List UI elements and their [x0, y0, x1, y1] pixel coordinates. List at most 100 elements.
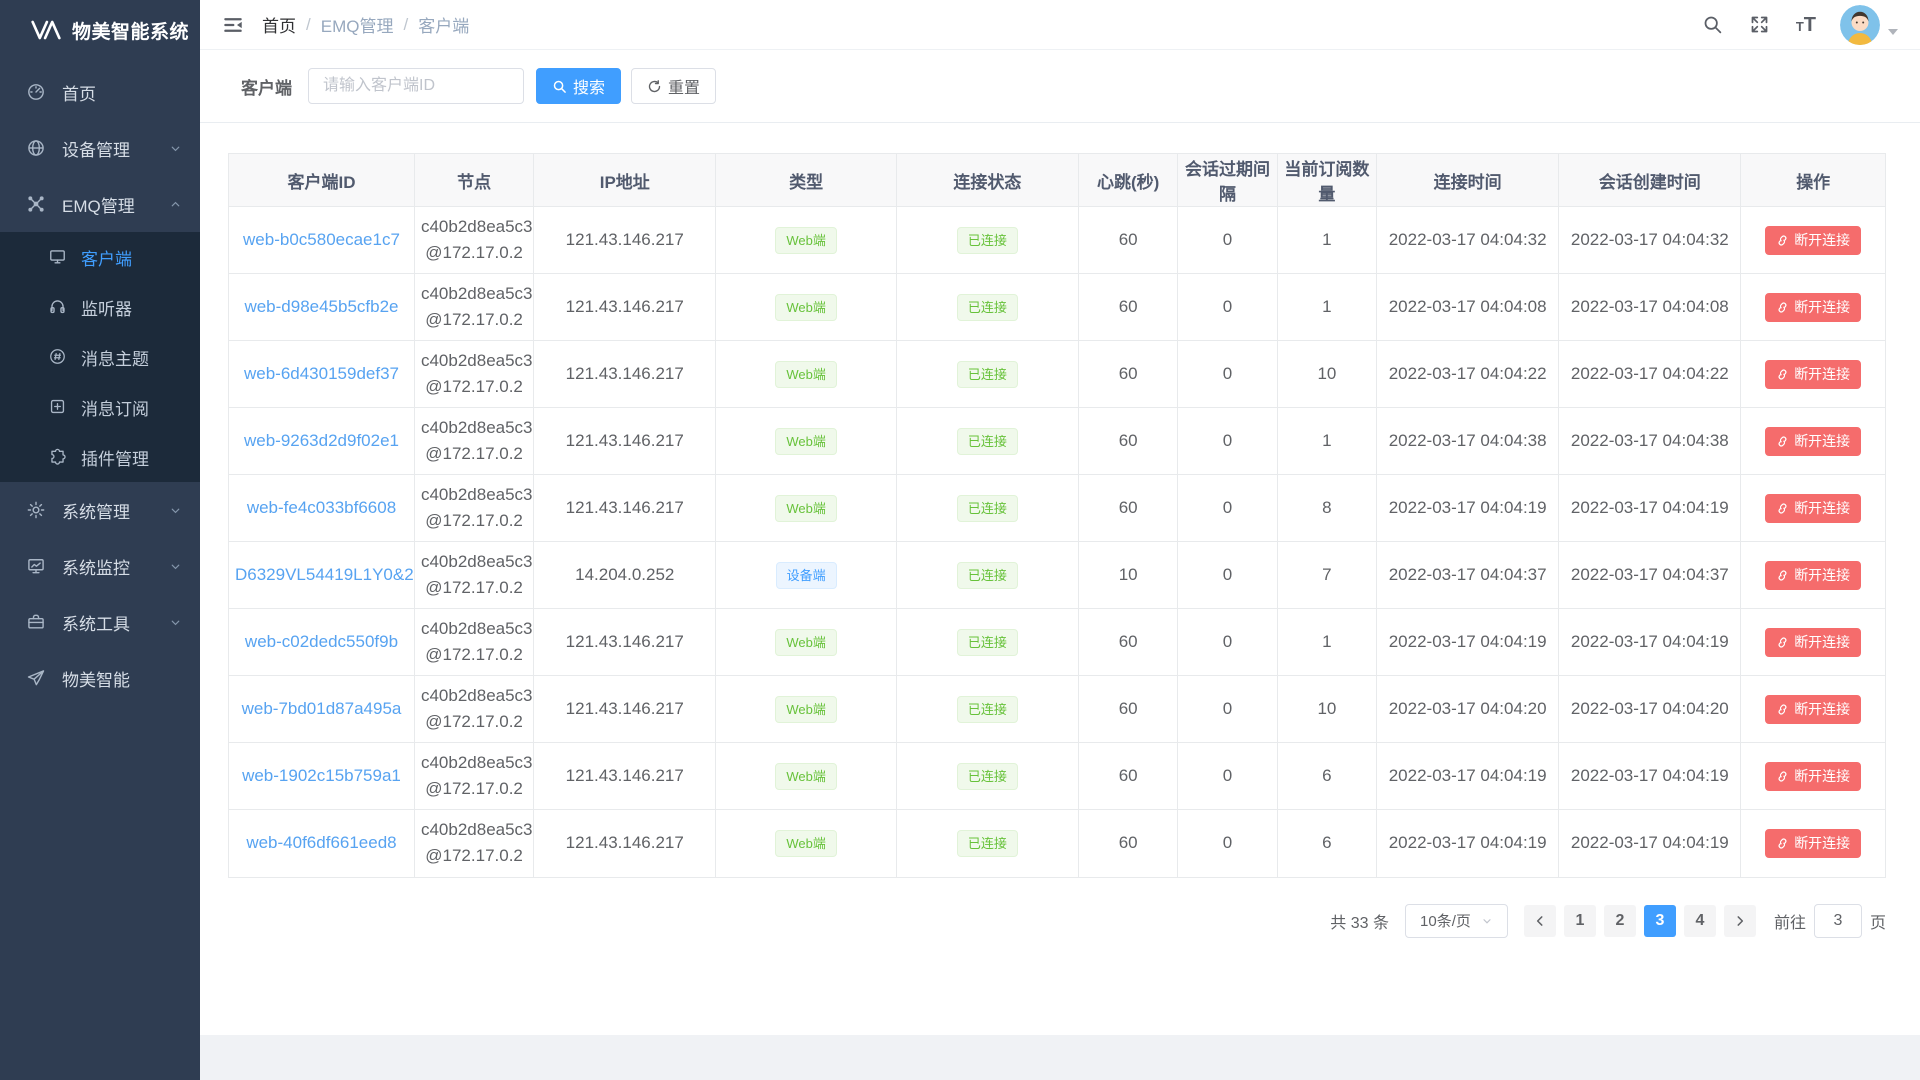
sidebar-item-topics[interactable]: 消息主题 — [0, 332, 200, 382]
breadcrumb-home[interactable]: 首页 — [262, 12, 296, 37]
node-cell: c40b2d8ea5c3 @172.17.0.2 — [414, 475, 533, 542]
col-session-expiry: 会话过期间隔 — [1178, 154, 1277, 207]
type-cell: Web端 — [716, 810, 897, 877]
client-id-link[interactable]: D6329VL54419L1Y0&2 — [229, 542, 414, 609]
ip-cell: 121.43.146.217 — [534, 810, 716, 877]
client-id-link[interactable]: web-c02dedc550f9b — [229, 609, 414, 676]
sidebar-item-emq[interactable]: EMQ管理 — [0, 176, 200, 232]
page-number-button[interactable]: 3 — [1644, 905, 1676, 937]
subscriptions-cell: 6 — [1277, 743, 1376, 810]
page-number-button[interactable]: 1 — [1564, 905, 1596, 937]
client-id-link[interactable]: web-9263d2d9f02e1 — [229, 408, 414, 475]
disconnect-button[interactable]: 断开连接 — [1765, 360, 1861, 389]
status-cell: 已连接 — [896, 274, 1078, 341]
search-icon[interactable] — [1702, 14, 1723, 35]
gear-icon — [26, 500, 46, 520]
sidebar-item-home[interactable]: 首页 — [0, 64, 200, 120]
font-size-icon[interactable]: TT — [1796, 15, 1816, 35]
breadcrumb-emq[interactable]: EMQ管理 — [321, 12, 394, 37]
status-badge: 已连接 — [957, 294, 1018, 321]
actions-cell: 断开连接 — [1741, 207, 1885, 274]
page-number-button[interactable]: 2 — [1604, 905, 1636, 937]
heartbeat-cell: 60 — [1079, 743, 1178, 810]
page-size-select[interactable]: 10条/页 — [1405, 904, 1508, 938]
disconnect-button[interactable]: 断开连接 — [1765, 695, 1861, 724]
sidebar-collapse-icon[interactable] — [222, 14, 244, 36]
client-id-link[interactable]: web-b0c580ecae1c7 — [229, 207, 414, 274]
disconnect-button[interactable]: 断开连接 — [1765, 628, 1861, 657]
type-cell: Web端 — [716, 207, 897, 274]
disconnect-button[interactable]: 断开连接 — [1765, 494, 1861, 523]
disconnect-button[interactable]: 断开连接 — [1765, 293, 1861, 322]
subscriptions-cell: 1 — [1277, 609, 1376, 676]
ip-cell: 121.43.146.217 — [534, 676, 716, 743]
headphones-icon — [48, 297, 68, 317]
client-id-link[interactable]: web-fe4c033bf6608 — [229, 475, 414, 542]
page-number-button[interactable]: 4 — [1684, 905, 1716, 937]
col-actions: 操作 — [1741, 154, 1885, 207]
session-created-cell: 2022-03-17 04:04:20 — [1559, 676, 1741, 743]
sidebar-item-listeners[interactable]: 监听器 — [0, 282, 200, 332]
sidebar-item-system-tools[interactable]: 系统工具 — [0, 594, 200, 650]
heartbeat-cell: 10 — [1079, 542, 1178, 609]
actions-cell: 断开连接 — [1741, 341, 1885, 408]
disconnect-button[interactable]: 断开连接 — [1765, 226, 1861, 255]
next-page-button[interactable] — [1724, 905, 1756, 937]
ip-cell: 121.43.146.217 — [534, 341, 716, 408]
col-conn-status: 连接状态 — [896, 154, 1078, 207]
session-created-cell: 2022-03-17 04:04:19 — [1559, 810, 1741, 877]
disconnect-button[interactable]: 断开连接 — [1765, 829, 1861, 858]
goto-label: 前往 — [1774, 909, 1806, 933]
dashboard-icon — [26, 82, 46, 102]
disconnect-button[interactable]: 断开连接 — [1765, 561, 1861, 590]
subscriptions-cell: 1 — [1277, 274, 1376, 341]
connected-at-cell: 2022-03-17 04:04:19 — [1377, 609, 1559, 676]
app-logo[interactable]: 物美智能系统 — [0, 0, 200, 60]
type-tag: Web端 — [775, 227, 837, 254]
sidebar-item-clients[interactable]: 客户端 — [0, 232, 200, 282]
client-id-link[interactable]: web-1902c15b759a1 — [229, 743, 414, 810]
heartbeat-cell: 60 — [1079, 207, 1178, 274]
node-cell: c40b2d8ea5c3 @172.17.0.2 — [414, 274, 533, 341]
avatar-menu-caret-icon[interactable] — [1888, 29, 1898, 35]
session-expiry-cell: 0 — [1178, 743, 1277, 810]
paper-plane-icon — [26, 668, 46, 688]
prev-page-button[interactable] — [1524, 905, 1556, 937]
sidebar-item-subscriptions[interactable]: 消息订阅 — [0, 382, 200, 432]
page-content: 客户端ID 节点 IP地址 类型 连接状态 心跳(秒) 会话过期间隔 当前订阅数… — [200, 123, 1920, 1035]
sidebar-item-plugins[interactable]: 插件管理 — [0, 432, 200, 482]
type-tag: 设备端 — [776, 562, 837, 589]
session-created-cell: 2022-03-17 04:04:19 — [1559, 743, 1741, 810]
disconnect-button[interactable]: 断开连接 — [1765, 427, 1861, 456]
search-button[interactable]: 搜索 — [536, 68, 621, 104]
connected-at-cell: 2022-03-17 04:04:32 — [1377, 207, 1559, 274]
goto-page-input[interactable] — [1814, 904, 1862, 938]
session-expiry-cell: 0 — [1178, 676, 1277, 743]
sidebar-item-label: EMQ管理 — [62, 192, 135, 217]
client-id-link[interactable]: web-7bd01d87a495a — [229, 676, 414, 743]
table-row: web-40f6df661eed8 c40b2d8ea5c3 @172.17.0… — [229, 810, 1885, 877]
sidebar-item-devices[interactable]: 设备管理 — [0, 120, 200, 176]
node-cell: c40b2d8ea5c3 @172.17.0.2 — [414, 743, 533, 810]
node-cell: c40b2d8ea5c3 @172.17.0.2 — [414, 676, 533, 743]
reset-button[interactable]: 重置 — [631, 68, 716, 104]
sidebar-item-label: 消息订阅 — [81, 395, 149, 420]
client-id-link[interactable]: web-d98e45b5cfb2e — [229, 274, 414, 341]
client-id-link[interactable]: web-6d430159def37 — [229, 341, 414, 408]
session-created-cell: 2022-03-17 04:04:22 — [1559, 341, 1741, 408]
globe-icon — [26, 138, 46, 158]
sidebar-item-system-monitor[interactable]: 系统监控 — [0, 538, 200, 594]
avatar[interactable] — [1840, 5, 1880, 45]
disconnect-button[interactable]: 断开连接 — [1765, 762, 1861, 791]
col-node: 节点 — [414, 154, 533, 207]
status-badge: 已连接 — [957, 361, 1018, 388]
client-id-link[interactable]: web-40f6df661eed8 — [229, 810, 414, 877]
fullscreen-icon[interactable] — [1749, 14, 1770, 35]
monitor-icon — [48, 247, 68, 267]
subscriptions-cell: 6 — [1277, 810, 1376, 877]
table-row: web-fe4c033bf6608 c40b2d8ea5c3 @172.17.0… — [229, 475, 1885, 542]
col-ip: IP地址 — [534, 154, 716, 207]
client-id-input[interactable] — [308, 68, 524, 104]
sidebar-item-wumei-smart[interactable]: 物美智能 — [0, 650, 200, 706]
sidebar-item-system-admin[interactable]: 系统管理 — [0, 482, 200, 538]
